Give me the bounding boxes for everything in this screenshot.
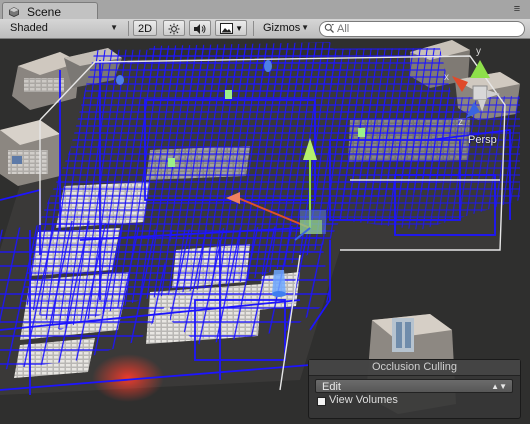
axis-gizmo-icon[interactable]: y x z: [434, 39, 526, 147]
mode-2d-label: 2D: [137, 23, 153, 35]
chevron-down-icon: ▼: [301, 23, 309, 32]
scene-tab-icon: [9, 7, 19, 17]
view-volumes-label: View Volumes: [329, 394, 398, 406]
effects-icon: [220, 23, 233, 34]
toolbar-divider: [128, 21, 129, 36]
shading-mode-dropdown[interactable]: Shaded ▼: [4, 20, 122, 36]
audio-button[interactable]: [189, 20, 211, 36]
toolbar-divider: [253, 21, 254, 36]
scene-toolbar: Shaded ▼ 2D ▼ Gizmos ▼: [0, 19, 530, 39]
projection-label[interactable]: Persp: [468, 134, 497, 146]
svg-text:y: y: [476, 46, 481, 57]
search-icon: [324, 23, 334, 33]
scene-lighting-button[interactable]: [163, 20, 185, 36]
occlusion-culling-panel: Occlusion Culling Edit ▲▼ View Volumes: [308, 359, 521, 419]
svg-text:z: z: [458, 117, 463, 128]
gizmos-label: Gizmos: [263, 22, 301, 34]
chevron-updown-icon: ▲▼: [491, 382, 507, 391]
effects-dropdown[interactable]: ▼: [215, 20, 247, 36]
svg-text:x: x: [444, 72, 449, 83]
spot-light-gizmo: [272, 270, 286, 297]
window-tab-bar: Scene ≡: [0, 0, 530, 21]
scene-lighting-icon: [168, 23, 180, 35]
occlusion-mode-value: Edit: [322, 381, 341, 393]
chevron-down-icon: ▼: [110, 23, 118, 32]
mode-2d-button[interactable]: 2D: [133, 20, 157, 36]
tab-menu-icon[interactable]: ≡: [510, 3, 524, 15]
audio-icon: [194, 24, 206, 34]
occlusion-mode-dropdown[interactable]: Edit ▲▼: [315, 379, 513, 393]
buildings-left: [0, 120, 60, 186]
gizmos-dropdown[interactable]: Gizmos ▼: [258, 20, 313, 36]
chevron-down-icon: ▼: [235, 24, 243, 33]
search-input[interactable]: [337, 22, 517, 36]
shading-mode-label: Shaded: [10, 22, 48, 34]
view-volumes-checkbox[interactable]: [317, 397, 326, 406]
scene-search: [319, 21, 525, 37]
occlusion-panel-title: Occlusion Culling: [309, 360, 520, 376]
scene-viewport[interactable]: y x z Persp Occlusion Culling Edit ▲▼ Vi…: [0, 39, 530, 424]
tab-label: Scene: [27, 5, 62, 19]
